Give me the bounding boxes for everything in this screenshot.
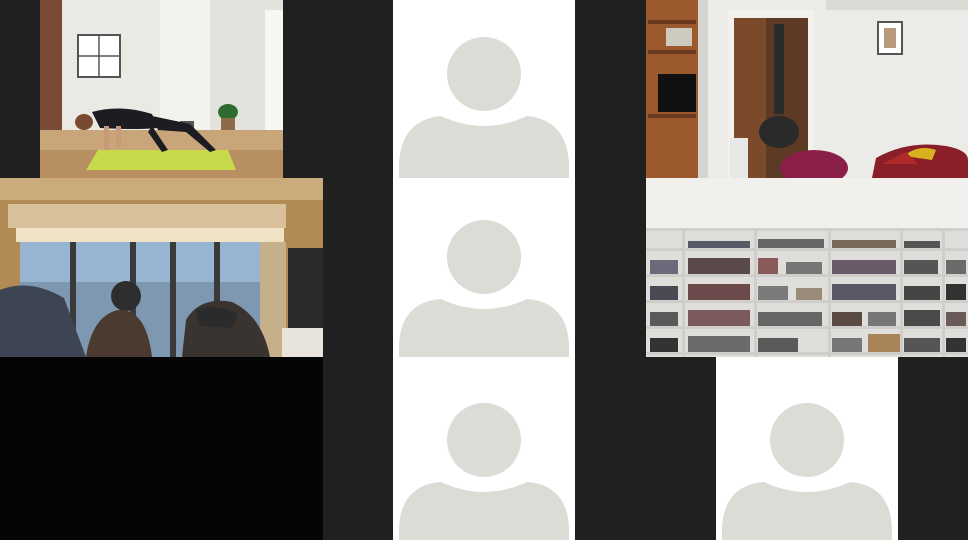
avatar-tile-middle-center[interactable]: [393, 178, 575, 357]
hallway-scene: [646, 0, 968, 178]
empty-area-bottom-left: [0, 357, 323, 540]
gutter-bottom-right-mid: [575, 357, 716, 540]
video-tile-living-room[interactable]: [0, 178, 323, 357]
gutter-left: [0, 0, 40, 178]
avatar-tile-bottom-right[interactable]: [716, 357, 898, 540]
bookshelf-scene: [646, 178, 968, 357]
living-room-scene: [0, 178, 323, 357]
gutter-middle-left: [323, 178, 393, 357]
gutter-top-mid: [283, 0, 393, 178]
yoga-studio-scene: [40, 0, 283, 178]
person-placeholder-icon: [399, 37, 569, 178]
person-placeholder-icon: [399, 403, 569, 540]
gutter-bottom-left: [323, 357, 393, 540]
avatar-tile-bottom-center[interactable]: [393, 357, 575, 540]
video-tile-hallway[interactable]: [646, 0, 968, 178]
gutter-top-right-mid: [575, 0, 646, 357]
video-tile-bookshelf[interactable]: [646, 178, 968, 357]
video-tile-yoga-studio[interactable]: [40, 0, 283, 178]
avatar-tile-top-center[interactable]: [393, 0, 575, 178]
person-placeholder-icon: [722, 403, 892, 540]
person-placeholder-icon: [399, 220, 569, 357]
gutter-bottom-right: [898, 357, 968, 540]
